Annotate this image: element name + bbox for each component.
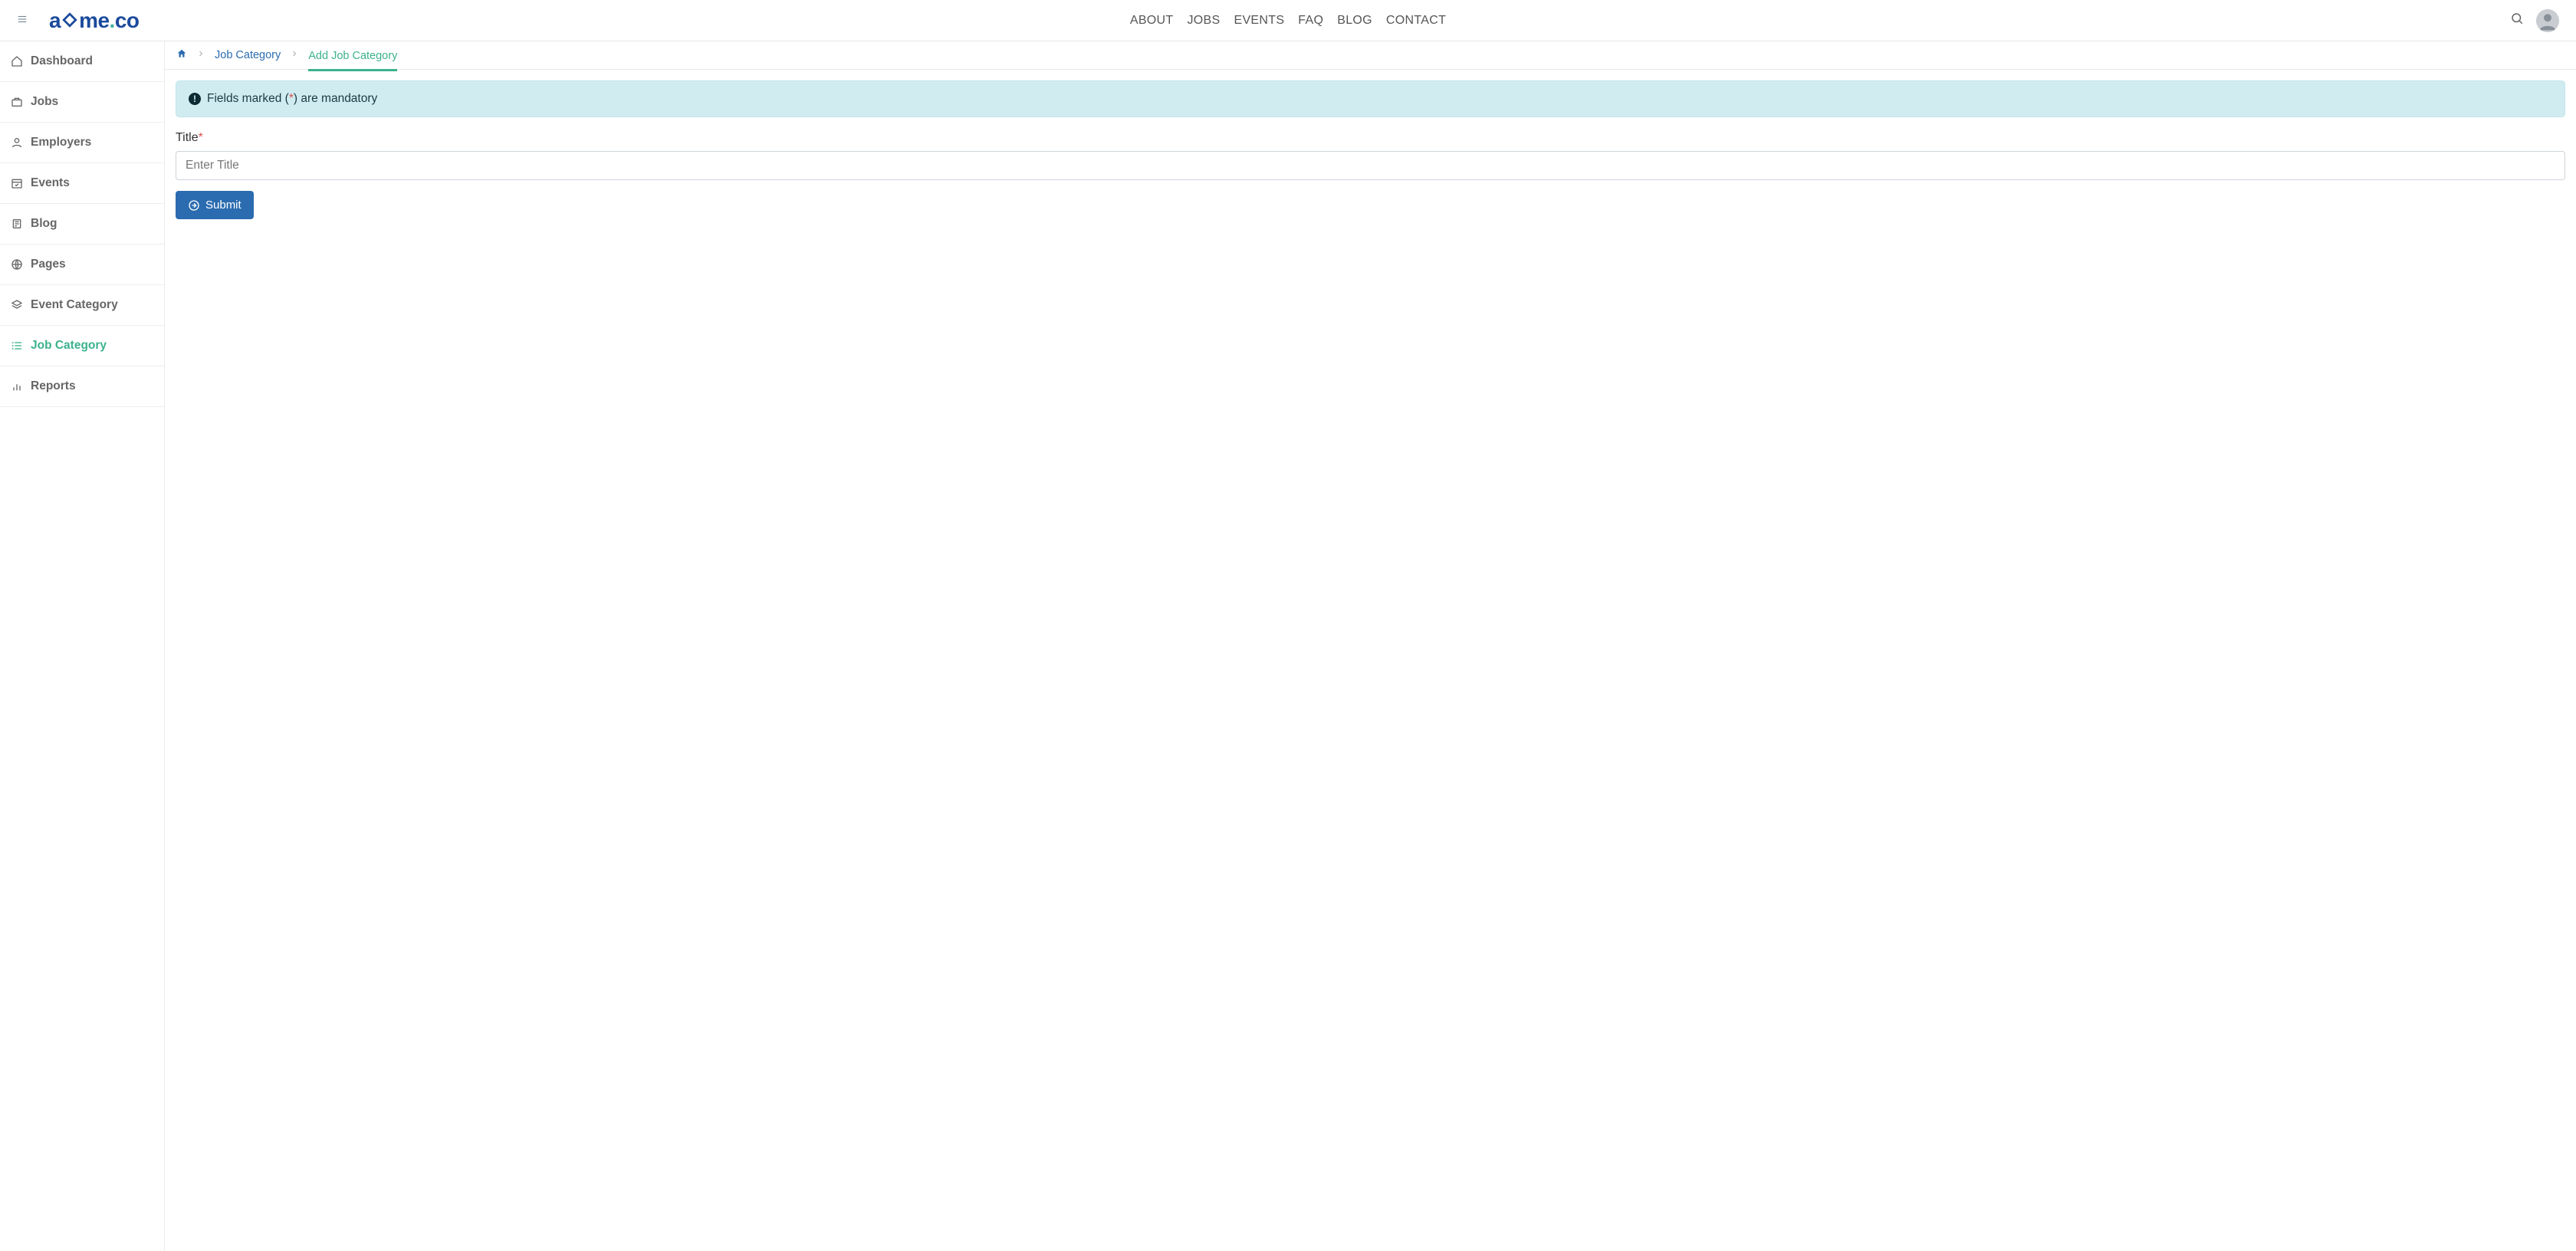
sidebar-item-event-category[interactable]: Event Category	[0, 285, 164, 326]
bar-chart-icon	[11, 380, 23, 392]
briefcase-icon	[11, 96, 23, 108]
brand-logo[interactable]: a me . co	[49, 8, 140, 33]
top-right-actions	[2510, 9, 2559, 32]
title-label: Title*	[176, 131, 2565, 145]
globe-icon	[11, 258, 23, 271]
sidebar: Dashboard Jobs Employers Events Blog	[0, 41, 165, 1251]
title-input[interactable]	[176, 151, 2565, 180]
sidebar-item-label: Event Category	[31, 298, 118, 312]
logo-text-suffix: me	[79, 8, 109, 33]
book-icon	[11, 218, 23, 230]
arrow-right-circle-icon	[188, 199, 200, 212]
sidebar-item-jobs[interactable]: Jobs	[0, 82, 164, 123]
sidebar-item-label: Reports	[31, 379, 76, 393]
sidebar-item-job-category[interactable]: Job Category	[0, 326, 164, 366]
breadcrumb-current: Add Job Category	[308, 50, 397, 71]
sidebar-item-label: Jobs	[31, 95, 58, 109]
mandatory-alert: ! Fields marked (*) are mandatory	[176, 80, 2565, 117]
sidebar-item-blog[interactable]: Blog	[0, 204, 164, 245]
submit-button[interactable]: Submit	[176, 191, 254, 219]
layers-icon	[11, 299, 23, 311]
top-nav: ABOUT JOBS EVENTS FAQ BLOG CONTACT	[1130, 14, 1446, 28]
top-nav-jobs[interactable]: JOBS	[1187, 14, 1220, 28]
info-icon: !	[189, 93, 201, 105]
breadcrumb-link-job-category[interactable]: Job Category	[215, 49, 281, 61]
content-body: ! Fields marked (*) are mandatory Title*…	[165, 70, 2576, 230]
top-nav-blog[interactable]: BLOG	[1337, 14, 1372, 28]
alert-text: Fields marked (*) are mandatory	[207, 92, 377, 106]
hamburger-menu-icon[interactable]	[17, 12, 28, 28]
home-icon	[11, 55, 23, 67]
sidebar-item-label: Job Category	[31, 339, 107, 353]
user-avatar[interactable]	[2536, 9, 2559, 32]
top-nav-contact[interactable]: CONTACT	[1386, 14, 1446, 28]
chevron-right-icon	[196, 49, 205, 61]
main-content: Job Category Add Job Category ! Fields m…	[165, 41, 2576, 1251]
top-nav-faq[interactable]: FAQ	[1298, 14, 1323, 28]
sidebar-item-reports[interactable]: Reports	[0, 366, 164, 407]
calendar-check-icon	[11, 177, 23, 189]
sidebar-item-pages[interactable]: Pages	[0, 245, 164, 285]
sidebar-item-label: Events	[31, 176, 70, 190]
sidebar-item-label: Employers	[31, 136, 91, 149]
logo-text-prefix: a	[49, 8, 61, 33]
top-nav-about[interactable]: ABOUT	[1130, 14, 1174, 28]
breadcrumb-home-icon[interactable]	[176, 48, 187, 62]
sidebar-item-employers[interactable]: Employers	[0, 123, 164, 163]
sidebar-item-label: Dashboard	[31, 54, 93, 68]
sidebar-item-events[interactable]: Events	[0, 163, 164, 204]
logo-tld: co	[115, 8, 140, 33]
list-icon	[11, 340, 23, 352]
sidebar-item-label: Pages	[31, 258, 66, 271]
diamond-icon	[61, 11, 78, 28]
sidebar-item-dashboard[interactable]: Dashboard	[0, 41, 164, 82]
chevron-right-icon	[290, 49, 299, 61]
breadcrumb: Job Category Add Job Category	[165, 41, 2576, 70]
top-header: a me . co ABOUT JOBS EVENTS FAQ BLOG CON…	[0, 0, 2576, 41]
sidebar-item-label: Blog	[31, 217, 57, 231]
submit-label: Submit	[205, 199, 242, 212]
search-icon[interactable]	[2510, 11, 2524, 29]
user-icon	[11, 136, 23, 149]
logo-dot: .	[110, 8, 115, 33]
top-nav-events[interactable]: EVENTS	[1234, 14, 1284, 28]
